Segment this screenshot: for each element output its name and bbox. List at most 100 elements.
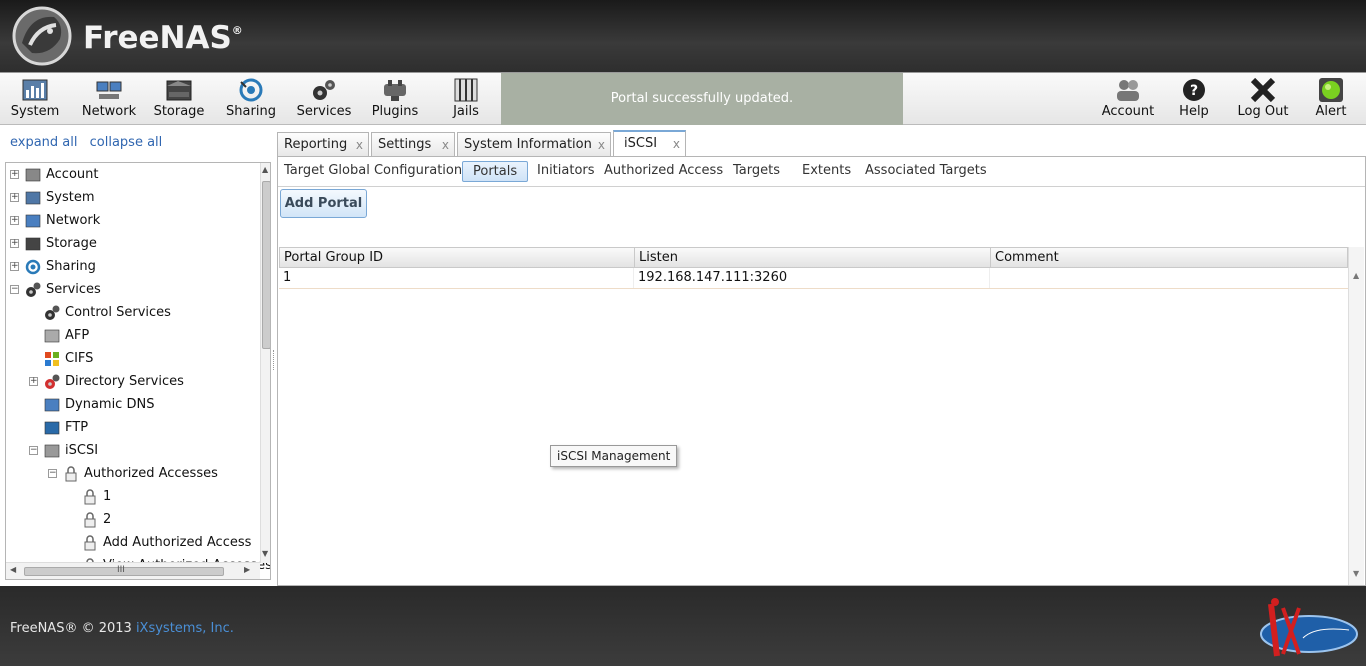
tab-label: Settings [378, 137, 432, 152]
grid-vertical-scrollbar[interactable]: ▲ ▼ [1348, 247, 1364, 585]
tab-settings[interactable]: Settings x [371, 132, 455, 156]
tree-item-afp[interactable]: AFP [6, 326, 258, 346]
subtab-initiators[interactable]: Initiators [537, 161, 595, 182]
account-icon [25, 168, 41, 182]
collapse-icon[interactable]: − [10, 285, 19, 294]
tree-item-iscsi[interactable]: − iSCSI [6, 441, 258, 461]
scroll-up-icon[interactable]: ▲ [262, 165, 268, 174]
tree-item-services[interactable]: − Services [6, 280, 258, 300]
toolbar-network-button[interactable]: Network [78, 73, 140, 125]
tree-item-dynamic-dns[interactable]: Dynamic DNS [6, 395, 258, 415]
subtab-target-global-configuration[interactable]: Target Global Configuration [284, 161, 462, 182]
expand-icon[interactable]: + [29, 377, 38, 386]
sharing-icon [25, 259, 41, 275]
expand-all-link[interactable]: expand all [10, 135, 78, 150]
pane-splitter[interactable] [273, 350, 276, 370]
toolbar-jails-button[interactable]: Jails [438, 73, 494, 125]
tree-horizontal-scroll-thumb[interactable]: III [24, 565, 224, 576]
close-icon[interactable]: x [356, 133, 363, 157]
expand-icon[interactable]: + [10, 193, 19, 202]
toolbar-help-button[interactable]: ? Help [1170, 73, 1218, 125]
tree-item-network[interactable]: + Network [6, 211, 258, 231]
column-header-comment[interactable]: Comment [991, 248, 1347, 268]
toolbar-alert-button[interactable]: Alert [1306, 73, 1356, 125]
tab-label: iSCSI [624, 136, 658, 151]
ixsystems-link[interactable]: iXsystems, Inc. [136, 621, 234, 636]
tree-item-account[interactable]: + Account [6, 165, 258, 185]
toolbar-services-button[interactable]: Services [294, 73, 354, 125]
toolbar-sharing-button[interactable]: Sharing [222, 73, 280, 125]
ftp-icon [44, 421, 60, 435]
expand-icon[interactable]: + [10, 216, 19, 225]
tree-vertical-scrollbar[interactable]: ▲ ▼ [260, 163, 270, 563]
tab-reporting[interactable]: Reporting x [277, 132, 369, 156]
tree-item-label: AFP [65, 328, 90, 343]
add-portal-button[interactable]: Add Portal [280, 189, 367, 218]
tree-item-system[interactable]: + System [6, 188, 258, 208]
toolbar-account-button[interactable]: Account [1098, 73, 1158, 125]
subtab-portals[interactable]: Portals [462, 161, 529, 182]
tree-item-1[interactable]: 1 [6, 487, 258, 507]
scroll-right-icon[interactable]: ▶ [244, 565, 250, 574]
scroll-up-icon[interactable]: ▲ [1353, 271, 1359, 280]
tab-system-information[interactable]: System Information x [457, 132, 611, 156]
close-icon[interactable]: x [673, 132, 680, 156]
subtab-associated-targets[interactable]: Associated Targets [865, 161, 987, 182]
tree-item-label: Account [46, 167, 99, 182]
windows-icon [45, 352, 59, 366]
portals-grid: Portal Group ID Listen Comment 1 192.168… [279, 247, 1364, 585]
toolbar-plugins-button[interactable]: Plugins [366, 73, 424, 125]
toolbar-logout-button[interactable]: Log Out [1232, 73, 1294, 125]
subtab-targets[interactable]: Targets [733, 161, 780, 182]
toolbar-label: Jails [453, 104, 479, 119]
toolbar-label: Storage [153, 104, 205, 119]
account-icon [1117, 80, 1139, 101]
close-icon[interactable]: x [598, 133, 605, 157]
subtab-extents[interactable]: Extents [802, 161, 851, 182]
collapse-icon[interactable]: − [29, 446, 38, 455]
tree-item-storage[interactable]: + Storage [6, 234, 258, 254]
tree-item-directory-services[interactable]: + Directory Services [6, 372, 258, 392]
collapse-all-link[interactable]: collapse all [90, 135, 163, 150]
iscsi-icon [44, 444, 60, 458]
tree-item-2[interactable]: 2 [6, 510, 258, 530]
main-content: Target Global Configuration Portals Init… [277, 156, 1366, 586]
dynamic-dns-icon [44, 398, 60, 412]
system-icon [25, 191, 41, 205]
scroll-left-icon[interactable]: ◀ [10, 565, 16, 574]
expand-icon[interactable]: + [10, 262, 19, 271]
services-icon [313, 80, 335, 100]
table-row[interactable]: 1 192.168.147.111:3260 [279, 268, 1348, 289]
tree-item-control-services[interactable]: Control Services [6, 303, 258, 323]
scroll-down-icon[interactable]: ▼ [262, 549, 268, 558]
tab-iscsi[interactable]: iSCSI x [613, 130, 686, 157]
freenas-logo-icon [12, 6, 72, 66]
toolbar-system-button[interactable]: System [6, 73, 64, 125]
toolbar-label: Services [296, 104, 352, 119]
alert-icon [1319, 78, 1343, 102]
tree-item-add-authorized-access[interactable]: Add Authorized Access [6, 533, 258, 553]
lock-icon [84, 512, 96, 528]
toolbar-label: Account [1101, 104, 1155, 119]
tree-item-label: Network [46, 213, 101, 228]
close-icon[interactable]: x [442, 133, 449, 157]
toolbar-storage-button[interactable]: Storage [150, 73, 208, 125]
expand-icon[interactable]: + [10, 239, 19, 248]
subtab-authorized-access[interactable]: Authorized Access [604, 161, 723, 182]
scroll-grip: III [117, 565, 125, 575]
toolbar-label: Log Out [1237, 104, 1289, 119]
tree-item-sharing[interactable]: + Sharing [6, 257, 258, 277]
column-header-portal-group-id[interactable]: Portal Group ID [280, 248, 635, 268]
expand-icon[interactable]: + [10, 170, 19, 179]
tree-vertical-scroll-thumb[interactable] [262, 181, 270, 349]
tree-horizontal-scrollbar[interactable]: ◀ III ▶ [6, 562, 260, 579]
tree-item-ftp[interactable]: FTP [6, 418, 258, 438]
tree-item-authorized-accesses[interactable]: − Authorized Accesses [6, 464, 258, 484]
toolbar-label: Network [81, 104, 137, 119]
svg-text:?: ? [1190, 83, 1198, 99]
toolbar-label: Sharing [226, 104, 276, 119]
scroll-down-icon[interactable]: ▼ [1353, 569, 1359, 578]
collapse-icon[interactable]: − [48, 469, 57, 478]
tree-item-cifs[interactable]: CIFS [6, 349, 258, 369]
column-header-listen[interactable]: Listen [635, 248, 991, 268]
